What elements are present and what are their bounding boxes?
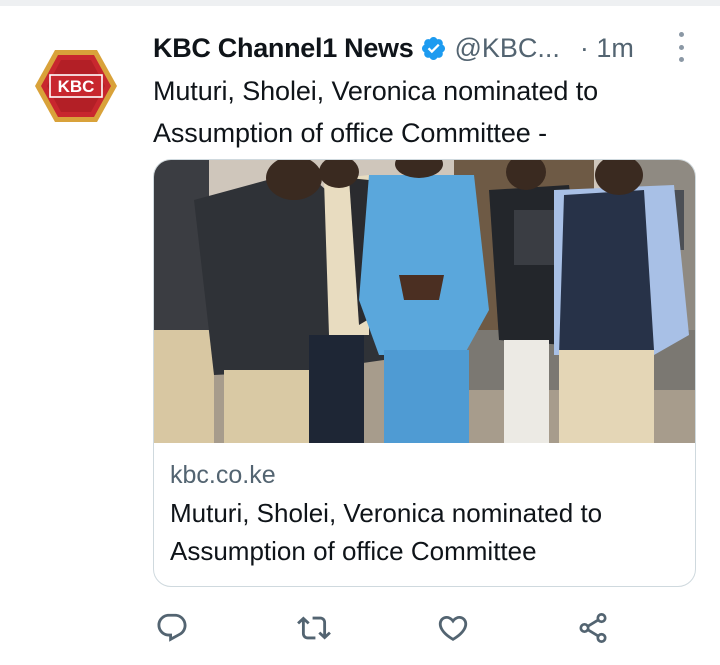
link-card-body[interactable]: kbc.co.ke Muturi, Sholei, Veronica nomin… (170, 458, 683, 570)
author-handle[interactable]: @KBC... (454, 33, 559, 64)
tweet-timestamp[interactable]: · 1m (580, 33, 634, 64)
link-preview-card[interactable]: kbc.co.ke Muturi, Sholei, Veronica nomin… (153, 159, 696, 587)
tweet-text: Muturi, Sholei, Veronica nominated to As… (153, 76, 599, 148)
svg-text:KBC: KBC (58, 77, 95, 96)
tweet-header: KBC Channel1 News @KBC... · 1m (153, 28, 686, 68)
avatar[interactable]: KBC (30, 40, 122, 132)
link-preview-image[interactable] (154, 160, 695, 443)
share-button[interactable] (571, 606, 615, 650)
like-icon (438, 615, 468, 641)
reply-icon (157, 613, 187, 642)
top-divider (0, 0, 720, 6)
share-icon (579, 613, 607, 643)
reply-button[interactable] (150, 606, 194, 650)
author-name[interactable]: KBC Channel1 News (153, 33, 414, 64)
more-options-icon[interactable] (676, 32, 686, 62)
retweet-button[interactable] (292, 606, 336, 650)
verified-badge-icon (422, 36, 446, 60)
tweet-actions (150, 606, 620, 650)
link-domain: kbc.co.ke (170, 461, 276, 489)
like-button[interactable] (431, 606, 475, 650)
retweet-icon (297, 616, 331, 640)
kbc-logo: KBC (35, 50, 117, 122)
link-title: Muturi, Sholei, Veronica nominated to As… (170, 498, 603, 566)
